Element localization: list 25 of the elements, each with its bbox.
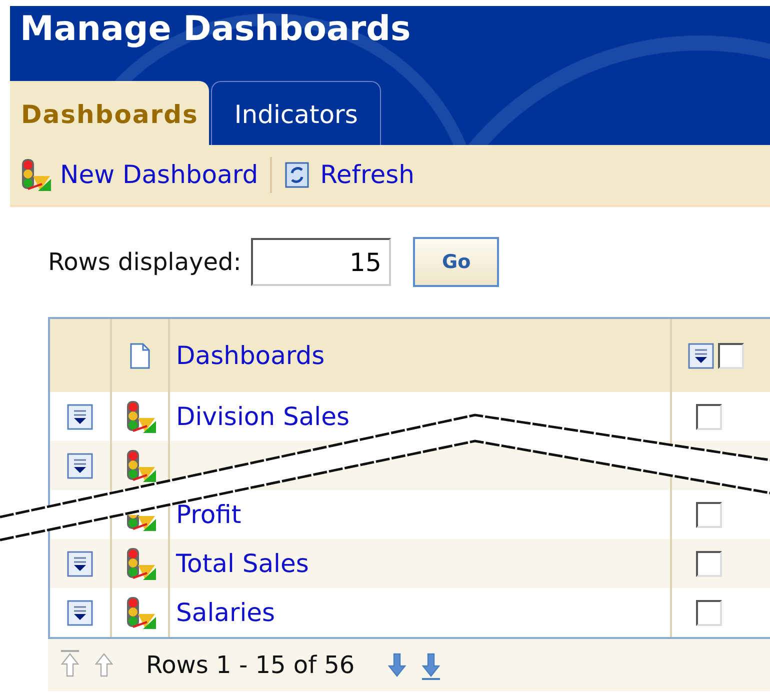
column-header[interactable]: Dashboards (170, 336, 325, 374)
row-range-text: Rows 1 - 15 of 56 (146, 650, 355, 681)
new-dashboard-button[interactable]: New Dashboard (18, 156, 258, 194)
dropdown-menu-icon[interactable] (67, 452, 93, 478)
page-title: Manage Dashboards (19, 8, 412, 46)
tab[interactable]: Dashboards (10, 80, 210, 145)
row-checkbox[interactable] (696, 550, 722, 576)
row-checkbox[interactable] (696, 502, 722, 528)
row-checkbox[interactable] (696, 600, 722, 626)
dropdown-menu-icon[interactable] (67, 550, 93, 576)
row-checkbox[interactable] (696, 404, 722, 430)
select-all-checkbox[interactable] (718, 342, 744, 368)
dashboard-link[interactable]: Profit (170, 496, 242, 534)
dashboard-link[interactable]: Total Sales (170, 544, 309, 582)
dropdown-menu-icon[interactable] (67, 600, 93, 626)
tab[interactable]: Indicators (211, 80, 381, 145)
dashboard-link[interactable]: Salaries (170, 594, 276, 632)
rows-input-field[interactable]: 15 (251, 238, 392, 286)
rows-displayed-label: Rows displayed: (48, 247, 242, 278)
document-icon (128, 342, 152, 370)
dropdown-menu-icon[interactable] (67, 404, 93, 430)
refresh-button[interactable]: Refresh (284, 156, 415, 194)
go-button[interactable]: Go (413, 237, 500, 287)
dropdown-menu-icon[interactable] (688, 342, 714, 368)
dashboard-link[interactable]: Division Sales (170, 398, 350, 436)
